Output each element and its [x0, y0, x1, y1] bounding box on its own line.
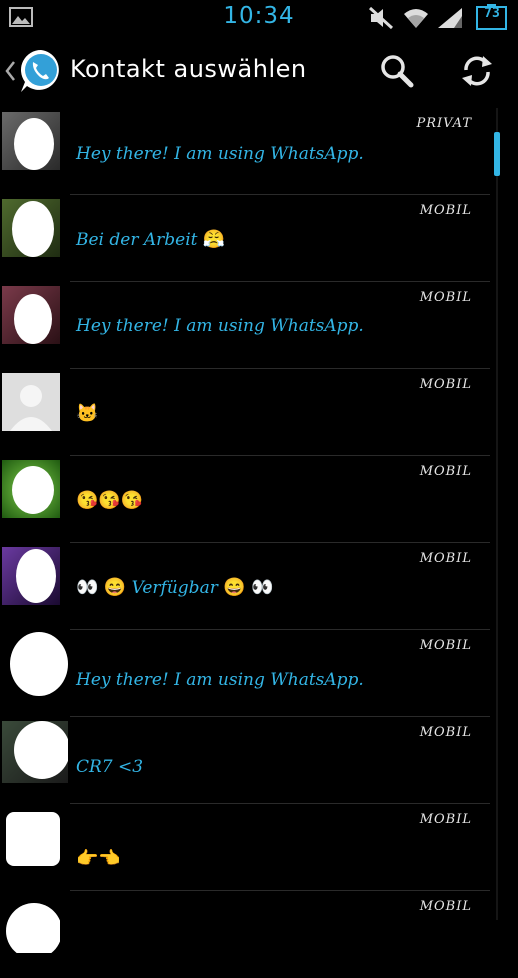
scrollbar-thumb[interactable]: [494, 132, 500, 176]
contact-status: Hey there! I am using WhatsApp.: [76, 670, 364, 690]
contact-row[interactable]: MOBIL CR7 <3: [0, 717, 490, 804]
action-bar: Kontakt auswählen: [0, 38, 518, 106]
emoji: 😘: [98, 490, 121, 511]
contact-row[interactable]: MOBIL 👀 😄 Verfügbar 😄 👀: [0, 543, 490, 630]
contact-status: 👉👈: [76, 848, 121, 869]
emoji: 😘: [120, 490, 144, 511]
contact-status: Hey there! I am using WhatsApp.: [76, 316, 364, 336]
back-chevron-icon[interactable]: [4, 60, 16, 82]
avatar: [2, 721, 68, 783]
contact-status: 👀 😄 Verfügbar 😄 👀: [76, 577, 274, 598]
emoji: 😄: [103, 577, 127, 598]
contact-status: Hey there! I am using WhatsApp.: [76, 144, 364, 164]
emoji: 👀: [76, 577, 99, 598]
mute-icon: [368, 6, 394, 30]
contact-status: 🐱: [76, 403, 98, 424]
contact-row[interactable]: MOBIL Hey there! I am using WhatsApp.: [0, 630, 490, 717]
avatar: [2, 373, 60, 431]
avatar: [2, 547, 60, 605]
contact-row[interactable]: PRIVAT Hey there! I am using WhatsApp.: [0, 108, 490, 195]
avatar: [2, 808, 60, 866]
contact-type: MOBIL: [419, 290, 472, 305]
avatar: [2, 112, 60, 170]
emoji: 🐱: [76, 403, 99, 424]
emoji: 👀: [251, 577, 274, 598]
wifi-icon: [404, 9, 428, 28]
contact-row[interactable]: MOBIL 😘😘😘: [0, 456, 490, 543]
emoji: 😤: [202, 229, 226, 250]
contact-type: MOBIL: [419, 812, 472, 827]
emoji: 😄: [223, 577, 246, 598]
contact-row[interactable]: MOBIL: [0, 891, 490, 978]
contact-row[interactable]: MOBIL 👉👈: [0, 804, 490, 891]
contact-type: MOBIL: [419, 638, 472, 653]
contact-type: MOBIL: [419, 377, 472, 392]
contact-type: MOBIL: [419, 464, 472, 479]
contact-row[interactable]: MOBIL Bei der Arbeit 😤: [0, 195, 490, 282]
contact-type: MOBIL: [419, 203, 472, 218]
whatsapp-logo-icon[interactable]: [18, 48, 64, 94]
contact-row[interactable]: MOBIL Hey there! I am using WhatsApp.: [0, 282, 490, 369]
search-icon[interactable]: [378, 52, 416, 90]
avatar: [2, 895, 60, 953]
page-title: Kontakt auswählen: [70, 55, 307, 83]
contact-type: MOBIL: [419, 551, 472, 566]
emoji: 👈: [98, 848, 121, 869]
contact-status: CR7 <3: [76, 757, 144, 777]
emoji: 😘: [76, 490, 99, 511]
emoji: 👉: [76, 848, 99, 869]
contact-type: MOBIL: [419, 899, 472, 914]
avatar: [2, 286, 60, 344]
contact-list[interactable]: PRIVAT Hey there! I am using WhatsApp. M…: [0, 108, 490, 978]
contact-type: MOBIL: [419, 725, 472, 740]
avatar: [2, 630, 68, 696]
scroll-track: [496, 108, 498, 920]
contact-row[interactable]: MOBIL 🐱: [0, 369, 490, 456]
battery-level: 73: [484, 6, 500, 21]
contact-status: 😘😘😘: [76, 490, 143, 511]
contact-status: Bei der Arbeit 😤: [76, 229, 226, 250]
avatar: [2, 460, 60, 518]
avatar: [2, 199, 60, 257]
signal-icon: [438, 8, 462, 28]
default-avatar-icon: [10, 385, 52, 431]
contact-type: PRIVAT: [416, 116, 472, 131]
status-bar: 10:34 73: [0, 0, 518, 36]
refresh-icon[interactable]: [458, 52, 496, 90]
